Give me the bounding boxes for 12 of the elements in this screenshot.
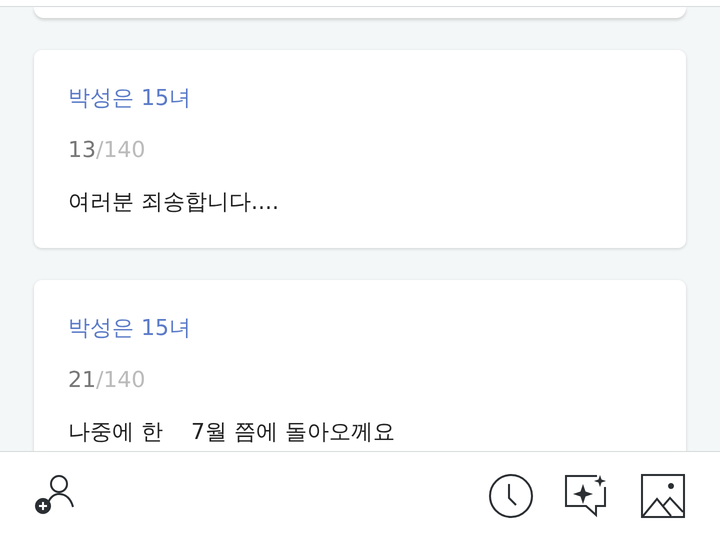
character-count: 13 [68, 138, 96, 163]
author-name: 박성은 15녀 [68, 85, 192, 113]
clock-icon [488, 473, 534, 519]
character-limit: /140 [96, 138, 146, 163]
post-text: 여러분 죄송합니다.... [68, 189, 280, 217]
clock-button[interactable] [488, 473, 534, 519]
image-icon [640, 473, 686, 519]
image-button[interactable] [640, 473, 686, 519]
character-count: 21 [68, 368, 96, 393]
character-limit: /140 [96, 368, 146, 393]
post-text: 나중에 한 7월 쯤에 돌아오께요 [68, 419, 396, 447]
author-name: 박성은 15녀 [68, 315, 192, 343]
